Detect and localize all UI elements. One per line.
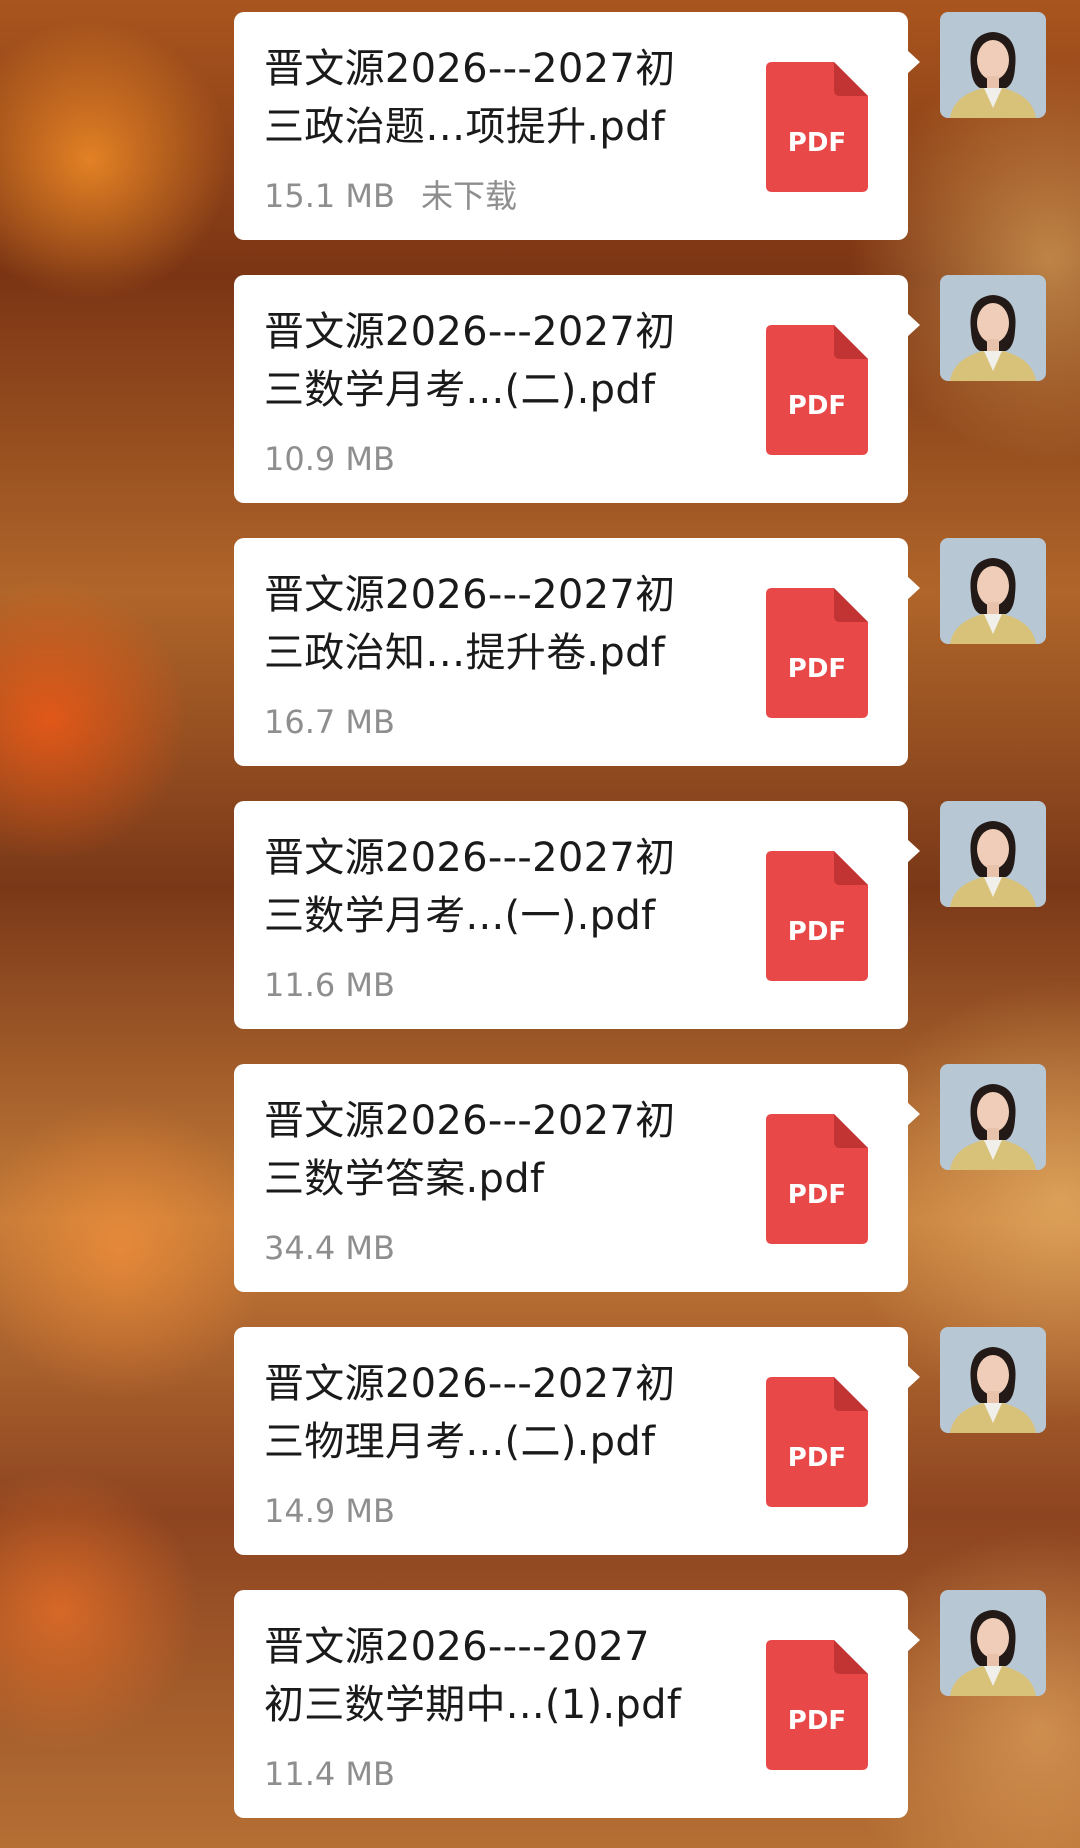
file-meta: 10.9 MB	[264, 439, 421, 479]
file-message-bubble[interactable]: 晋文源2026---2027初 三物理月考...(二).pdf 14.9 MB …	[234, 1327, 920, 1555]
pdf-icon-label: PDF	[788, 391, 846, 421]
bubble-tail	[907, 313, 920, 337]
pdf-icon-label: PDF	[788, 1706, 846, 1736]
file-size: 15.1 MB	[264, 177, 395, 215]
pdf-file-icon: PDF	[766, 1640, 868, 1770]
file-message: 晋文源2026---2027初 三数学月考...(二).pdf 10.9 MB …	[0, 275, 1080, 505]
file-meta: 11.6 MB	[264, 965, 421, 1005]
file-message: 晋文源2026---2027初 三数学月考...(一).pdf 11.6 MB …	[0, 801, 1080, 1031]
file-name: 晋文源2026---2027初 三数学月考...(一).pdf	[264, 835, 676, 939]
bubble-tail	[907, 50, 920, 74]
file-message-bubble[interactable]: 晋文源2026---2027初 三政治知…提升卷.pdf 16.7 MB PDF	[234, 538, 920, 766]
file-message: 晋文源2026----2027 初三数学期中...(1).pdf 11.4 MB…	[0, 1590, 1080, 1820]
download-status: 未下载	[420, 177, 517, 215]
pdf-file-icon: PDF	[766, 1377, 868, 1507]
file-size: 10.9 MB	[264, 440, 395, 478]
avatar[interactable]	[940, 1327, 1046, 1433]
file-message: 晋文源2026---2027初 三物理月考...(二).pdf 14.9 MB …	[0, 1327, 1080, 1557]
avatar[interactable]	[940, 275, 1046, 381]
file-message: 晋文源2026---2027初 三政治题…项提升.pdf 15.1 MB 未下载 …	[0, 12, 1080, 242]
avatar[interactable]	[940, 12, 1046, 118]
file-message-bubble[interactable]: 晋文源2026---2027初 三数学月考...(二).pdf 10.9 MB …	[234, 275, 920, 503]
file-message-bubble[interactable]: 晋文源2026---2027初 三政治题…项提升.pdf 15.1 MB 未下载 …	[234, 12, 920, 240]
file-name: 晋文源2026----2027 初三数学期中...(1).pdf	[264, 1624, 682, 1728]
bubble-tail	[907, 1365, 920, 1389]
file-name: 晋文源2026---2027初 三政治题…项提升.pdf	[264, 46, 676, 150]
file-meta: 34.4 MB	[264, 1228, 421, 1268]
file-meta: 14.9 MB	[264, 1491, 421, 1531]
file-size: 11.6 MB	[264, 966, 395, 1004]
file-message-bubble[interactable]: 晋文源2026----2027 初三数学期中...(1).pdf 11.4 MB…	[234, 1590, 920, 1818]
file-meta: 16.7 MB	[264, 702, 421, 742]
file-message-bubble[interactable]: 晋文源2026---2027初 三数学答案.pdf 34.4 MB PDF	[234, 1064, 920, 1292]
file-message: 晋文源2026---2027初 三政治知…提升卷.pdf 16.7 MB PDF	[0, 538, 1080, 768]
pdf-icon-label: PDF	[788, 654, 846, 684]
file-size: 16.7 MB	[264, 703, 395, 741]
file-size: 34.4 MB	[264, 1229, 395, 1267]
pdf-file-icon: PDF	[766, 588, 868, 718]
file-meta: 15.1 MB 未下载	[264, 176, 543, 216]
bubble-tail	[907, 576, 920, 600]
avatar[interactable]	[940, 801, 1046, 907]
file-size: 11.4 MB	[264, 1755, 395, 1793]
file-size: 14.9 MB	[264, 1492, 395, 1530]
file-meta: 11.4 MB	[264, 1754, 421, 1794]
bubble-tail	[907, 839, 920, 863]
avatar[interactable]	[940, 1590, 1046, 1696]
file-name: 晋文源2026---2027初 三物理月考...(二).pdf	[264, 1361, 676, 1465]
pdf-icon-label: PDF	[788, 1443, 846, 1473]
bubble-tail	[907, 1102, 920, 1126]
pdf-file-icon: PDF	[766, 851, 868, 981]
file-name: 晋文源2026---2027初 三政治知…提升卷.pdf	[264, 572, 676, 676]
avatar[interactable]	[940, 538, 1046, 644]
file-message-bubble[interactable]: 晋文源2026---2027初 三数学月考...(一).pdf 11.6 MB …	[234, 801, 920, 1029]
pdf-icon-label: PDF	[788, 1180, 846, 1210]
bubble-tail	[907, 1628, 920, 1652]
pdf-file-icon: PDF	[766, 325, 868, 455]
pdf-icon-label: PDF	[788, 128, 846, 158]
pdf-icon-label: PDF	[788, 917, 846, 947]
file-name: 晋文源2026---2027初 三数学答案.pdf	[264, 1098, 676, 1202]
file-message: 晋文源2026---2027初 三数学答案.pdf 34.4 MB PDF	[0, 1064, 1080, 1294]
avatar[interactable]	[940, 1064, 1046, 1170]
pdf-file-icon: PDF	[766, 1114, 868, 1244]
file-name: 晋文源2026---2027初 三数学月考...(二).pdf	[264, 309, 676, 413]
pdf-file-icon: PDF	[766, 62, 868, 192]
